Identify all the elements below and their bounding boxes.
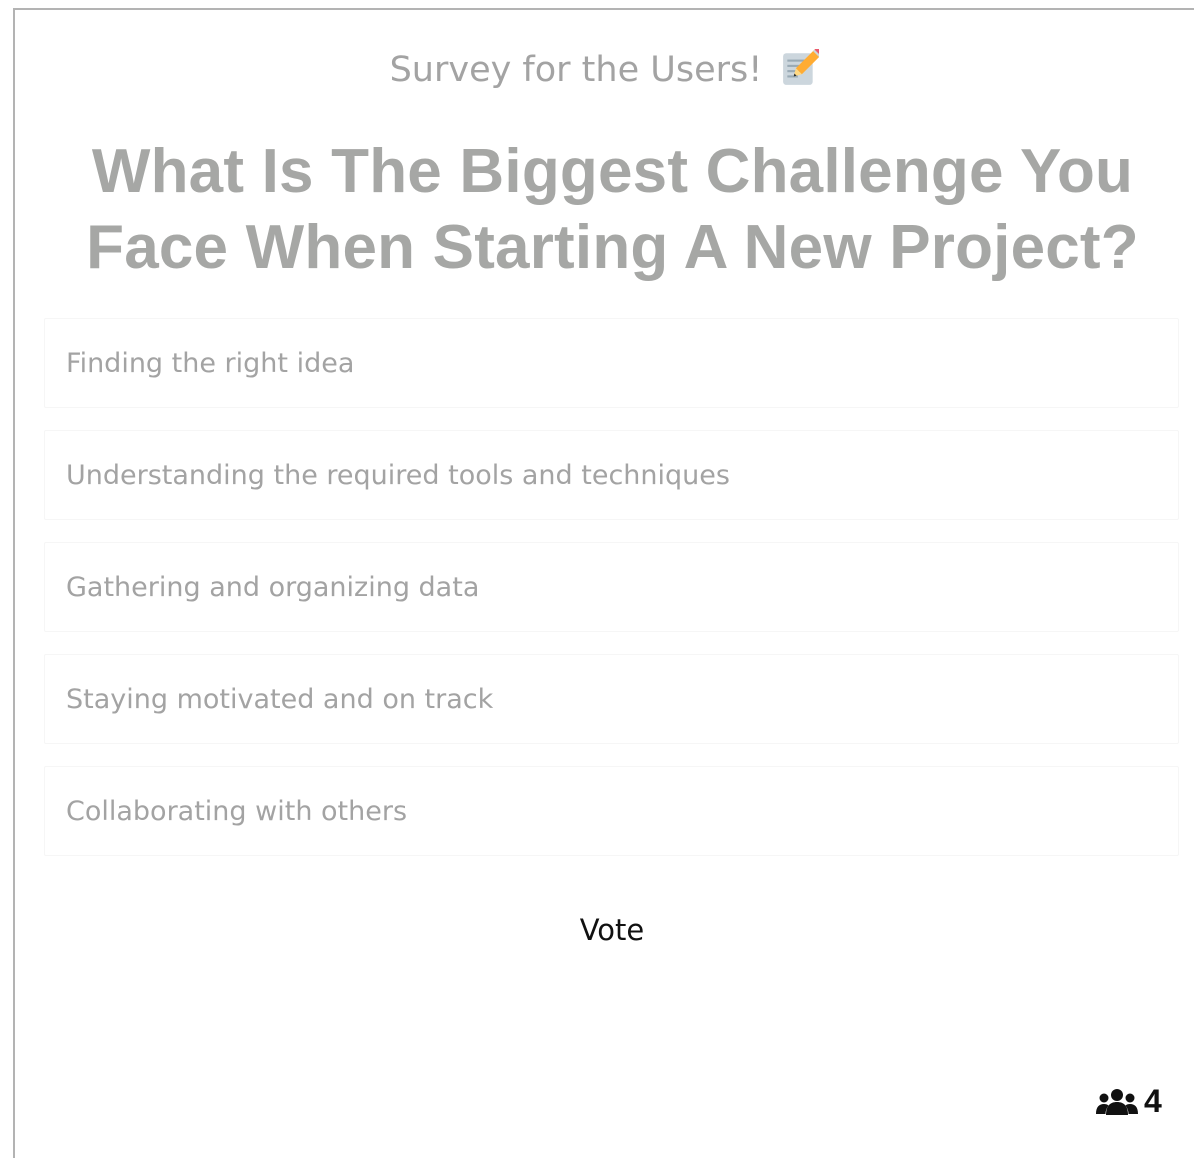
poll-question: What Is The Biggest Challenge You Face W… <box>86 137 1139 282</box>
poll-option-label: Understanding the required tools and tec… <box>66 459 730 491</box>
memo-pencil-icon <box>783 49 820 85</box>
poll-options: Finding the right idea Understanding the… <box>44 318 1179 878</box>
vote-button[interactable]: Vote <box>560 904 664 956</box>
poll-option-label: Gathering and organizing data <box>66 571 480 603</box>
poll-option[interactable]: Understanding the required tools and tec… <box>44 430 1179 520</box>
poll-option-label: Staying motivated and on track <box>66 683 494 715</box>
users-group-icon <box>1096 1088 1138 1115</box>
subtitle-text: Survey for the Users! <box>389 50 763 90</box>
poll-option[interactable]: Finding the right idea <box>44 318 1179 408</box>
voter-count-value: 4 <box>1144 1083 1162 1119</box>
voter-count: 4 <box>1096 1083 1162 1120</box>
poll-option[interactable]: Staying motivated and on track <box>44 654 1179 744</box>
poll-option-label: Finding the right idea <box>66 347 355 379</box>
poll-option-label: Collaborating with others <box>66 795 408 827</box>
poll-option[interactable]: Collaborating with others <box>44 766 1179 856</box>
poll-option[interactable]: Gathering and organizing data <box>44 542 1179 632</box>
survey-subtitle: Survey for the Users! <box>15 44 1194 96</box>
